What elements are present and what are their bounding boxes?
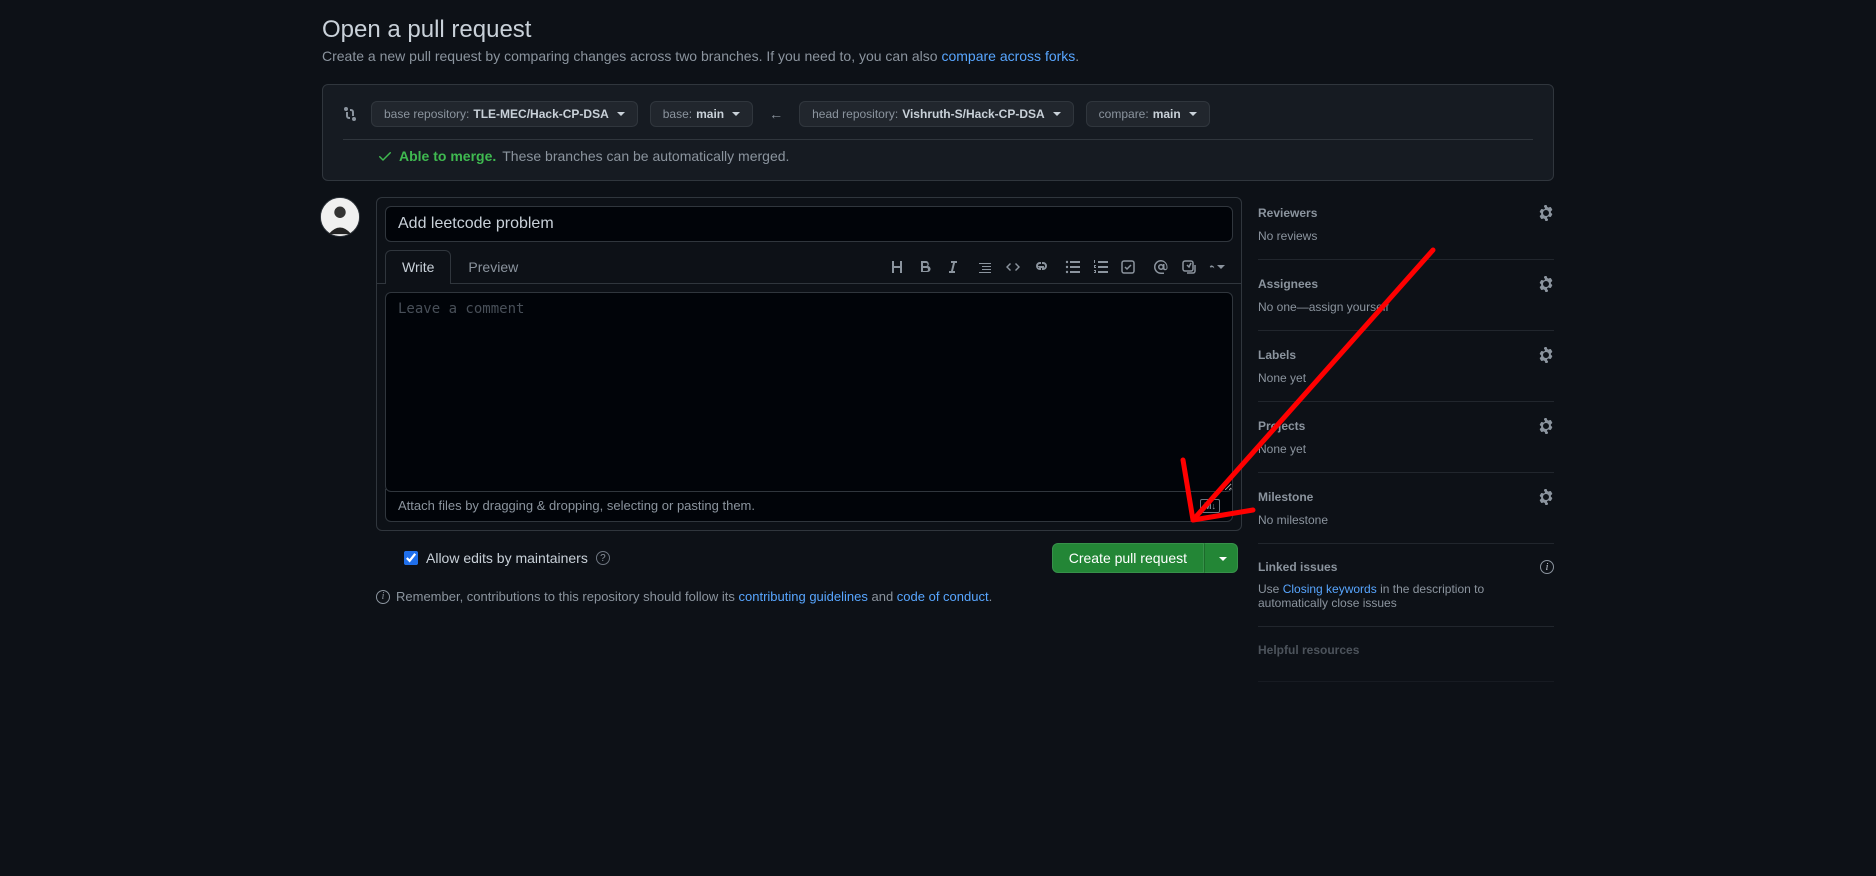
assign-yourself-link[interactable]: assign yourself — [1309, 300, 1389, 314]
projects-section: Projects None yet — [1258, 402, 1554, 473]
reference-icon[interactable] — [1181, 259, 1197, 275]
gear-icon[interactable] — [1538, 418, 1554, 434]
allow-edits-checkbox[interactable]: Allow edits by maintainers ? — [380, 550, 610, 566]
compare-branch-selector[interactable]: compare: main — [1086, 101, 1210, 127]
info-icon: i — [376, 590, 390, 604]
attach-files-bar[interactable]: Attach files by dragging & dropping, sel… — [385, 489, 1233, 522]
create-pr-dropdown[interactable] — [1204, 543, 1238, 573]
base-repo-selector[interactable]: base repository: TLE-MEC/Hack-CP-DSA — [371, 101, 638, 127]
tab-preview[interactable]: Preview — [451, 250, 535, 283]
heading-icon[interactable] — [889, 259, 905, 275]
avatar — [320, 197, 360, 237]
formatting-toolbar — [881, 255, 1233, 283]
unordered-list-icon[interactable] — [1065, 259, 1081, 275]
help-icon[interactable]: ? — [596, 551, 610, 565]
link-icon[interactable] — [1033, 259, 1049, 275]
gear-icon[interactable] — [1538, 205, 1554, 221]
pr-title-input[interactable] — [385, 206, 1233, 242]
linked-issues-section: Linked issues i Use Closing keywords in … — [1258, 544, 1554, 627]
ordered-list-icon[interactable] — [1093, 259, 1109, 275]
milestone-title: Milestone — [1258, 490, 1313, 504]
tab-write[interactable]: Write — [385, 250, 451, 284]
page-description: Create a new pull request by comparing c… — [322, 48, 1554, 64]
arrow-left-icon: ← — [765, 106, 787, 122]
check-icon — [377, 148, 393, 164]
helpful-resources-section: Helpful resources — [1258, 627, 1554, 682]
labels-section: Labels None yet — [1258, 331, 1554, 402]
helpful-title: Helpful resources — [1258, 643, 1359, 657]
reviewers-title: Reviewers — [1258, 206, 1317, 220]
projects-title: Projects — [1258, 419, 1305, 433]
markdown-icon[interactable]: M↓ — [1200, 499, 1220, 513]
head-repo-selector[interactable]: head repository: Vishruth-S/Hack-CP-DSA — [799, 101, 1074, 127]
quote-icon[interactable] — [977, 259, 993, 275]
assignees-title: Assignees — [1258, 277, 1318, 291]
tasklist-icon[interactable] — [1121, 259, 1137, 275]
comment-form: Write Preview — [376, 197, 1242, 531]
info-icon[interactable]: i — [1540, 560, 1554, 574]
contributing-link[interactable]: contributing guidelines — [739, 589, 868, 604]
code-icon[interactable] — [1005, 259, 1021, 275]
assignees-section: Assignees No one—assign yourself — [1258, 260, 1554, 331]
closing-keywords-link[interactable]: Closing keywords — [1283, 582, 1377, 596]
conduct-link[interactable]: code of conduct — [897, 589, 989, 604]
create-pr-button[interactable]: Create pull request — [1052, 543, 1204, 573]
mention-icon[interactable] — [1153, 259, 1169, 275]
gear-icon[interactable] — [1538, 276, 1554, 292]
italic-icon[interactable] — [945, 259, 961, 275]
gear-icon[interactable] — [1538, 347, 1554, 363]
labels-title: Labels — [1258, 348, 1296, 362]
milestone-section: Milestone No milestone — [1258, 473, 1554, 544]
pr-body-textarea[interactable] — [385, 292, 1233, 492]
base-branch-selector[interactable]: base: main — [650, 101, 753, 127]
compare-forks-link[interactable]: compare across forks — [941, 48, 1075, 64]
linked-title: Linked issues — [1258, 560, 1337, 574]
bold-icon[interactable] — [917, 259, 933, 275]
reply-icon[interactable] — [1209, 259, 1225, 275]
git-compare-icon — [343, 106, 359, 122]
gear-icon[interactable] — [1538, 489, 1554, 505]
contribution-note: i Remember, contributions to this reposi… — [376, 589, 1242, 604]
merge-status: Able to merge. These branches can be aut… — [343, 139, 1533, 164]
reviewers-section: Reviewers No reviews — [1258, 197, 1554, 260]
allow-edits-input[interactable] — [404, 551, 418, 565]
page-title: Open a pull request — [322, 16, 1554, 44]
compare-branches-box: base repository: TLE-MEC/Hack-CP-DSA bas… — [322, 84, 1554, 181]
